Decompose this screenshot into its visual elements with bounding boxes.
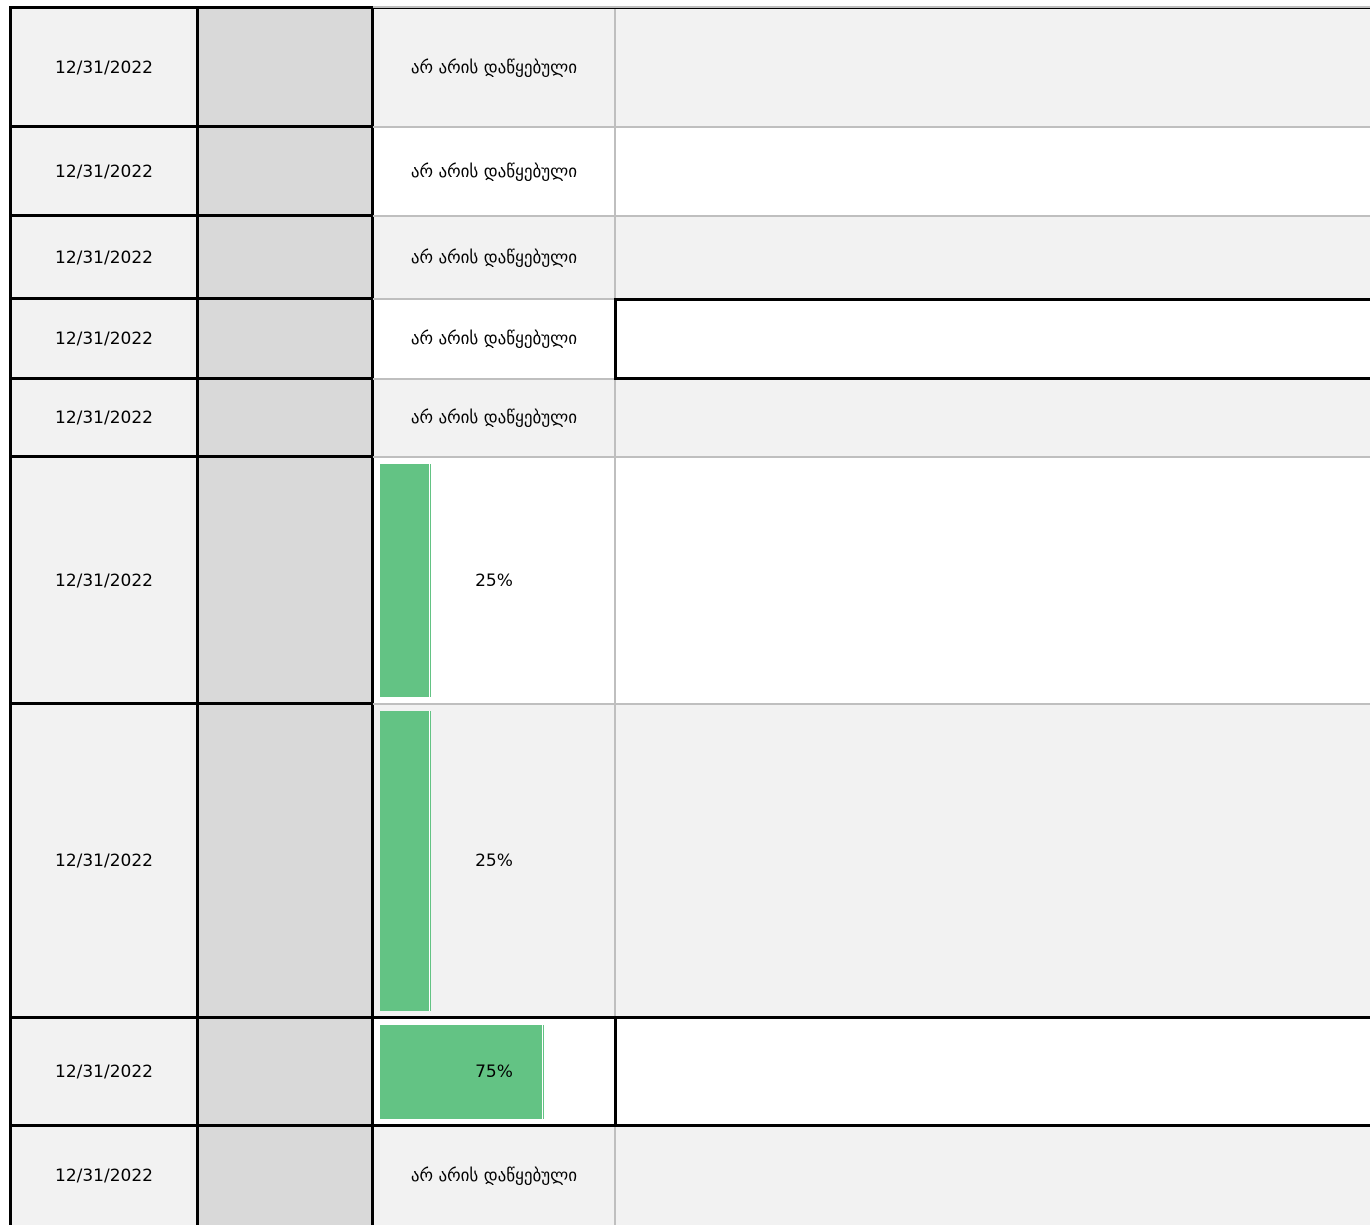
grid-line [9, 214, 374, 217]
due-date-cell[interactable]: 12/31/2022 [10, 379, 198, 457]
status-label: არ არის დაწყებული [410, 329, 578, 349]
grid-line [615, 703, 1370, 705]
progress-cell[interactable]: 75% [373, 1018, 615, 1126]
grid-line [373, 1016, 1370, 1019]
notes-cell[interactable] [615, 299, 1370, 379]
empty-gray-cell[interactable] [198, 704, 373, 1018]
status-cell[interactable]: არ არის დაწყებული [373, 299, 615, 379]
grid-line [615, 215, 1370, 217]
grid-line [373, 298, 615, 300]
status-cell[interactable]: არ არის დაწყებული [373, 8, 615, 127]
due-date-cell[interactable]: 12/31/2022 [10, 127, 198, 216]
status-label: არ არის დაწყებული [410, 161, 578, 182]
grid-line [373, 6, 1370, 8]
progress-cell[interactable]: 25% [373, 457, 615, 704]
empty-gray-cell[interactable] [198, 8, 373, 127]
notes-cell[interactable] [615, 216, 1370, 299]
due-date-cell[interactable]: 12/31/2022 [10, 704, 198, 1018]
grid-line [9, 455, 374, 458]
grid-line [371, 6, 374, 1225]
grid-line [373, 456, 615, 458]
progress-bar-fill [380, 1025, 542, 1119]
due-date-cell[interactable]: 12/31/2022 [10, 1018, 198, 1126]
grid-line [373, 703, 615, 705]
grid-line [9, 1016, 374, 1019]
progress-cell[interactable]: 25% [373, 704, 615, 1018]
grid-line [373, 378, 615, 380]
status-cell[interactable]: არ არის დაწყებული [373, 127, 615, 216]
notes-cell[interactable] [615, 1126, 1370, 1225]
status-label: არ არის დაწყებული [410, 408, 578, 428]
notes-cell[interactable] [615, 1018, 1370, 1126]
status-label: არ არის დაწყებული [410, 1165, 578, 1186]
due-date-cell[interactable]: 12/31/2022 [10, 299, 198, 379]
progress-label: 25% [475, 851, 513, 871]
progress-bar-fill [380, 464, 429, 697]
grid-line [9, 125, 374, 128]
due-date-cell[interactable]: 12/31/2022 [10, 8, 198, 127]
progress-bar-fill [380, 711, 429, 1011]
grid-line [373, 215, 615, 217]
grid-line [9, 6, 12, 1225]
status-label: არ არის დაწყებული [410, 57, 578, 78]
grid-line [9, 1124, 374, 1127]
empty-gray-cell[interactable] [198, 299, 373, 379]
notes-cell[interactable] [615, 379, 1370, 457]
status-label: არ არის დაწყებული [410, 247, 578, 268]
empty-gray-cell[interactable] [198, 127, 373, 216]
grid-line [9, 297, 374, 300]
empty-gray-cell[interactable] [198, 1018, 373, 1126]
status-cell[interactable]: არ არის დაწყებული [373, 379, 615, 457]
grid-line [614, 1017, 617, 1127]
empty-gray-cell[interactable] [198, 216, 373, 299]
grid-line [196, 6, 199, 1225]
notes-cell[interactable] [615, 8, 1370, 127]
due-date-cell[interactable]: 12/31/2022 [10, 1126, 198, 1225]
due-date-cell[interactable]: 12/31/2022 [10, 457, 198, 704]
notes-cell[interactable] [615, 457, 1370, 704]
grid-line [614, 298, 1370, 301]
notes-cell[interactable] [615, 704, 1370, 1018]
progress-label: 75% [475, 1062, 513, 1082]
empty-gray-cell[interactable] [198, 1126, 373, 1225]
grid-line [373, 1124, 1370, 1127]
notes-cell[interactable] [615, 127, 1370, 216]
task-table: 12/31/2022 არ არის დაწყებული 12/31/2022 არ … [0, 0, 1370, 1225]
status-cell[interactable]: არ არის დაწყებული [373, 216, 615, 299]
empty-gray-cell[interactable] [198, 457, 373, 704]
grid-line [615, 126, 1370, 128]
grid-line [614, 298, 617, 380]
progress-label: 25% [475, 570, 513, 591]
due-date-cell[interactable]: 12/31/2022 [10, 216, 198, 299]
empty-gray-cell[interactable] [198, 379, 373, 457]
grid-line [614, 377, 1370, 380]
grid-line [373, 126, 615, 128]
grid-line [615, 456, 1370, 458]
grid-line [9, 702, 374, 705]
status-cell[interactable]: არ არის დაწყებული [373, 1126, 615, 1225]
grid-line [9, 377, 374, 380]
